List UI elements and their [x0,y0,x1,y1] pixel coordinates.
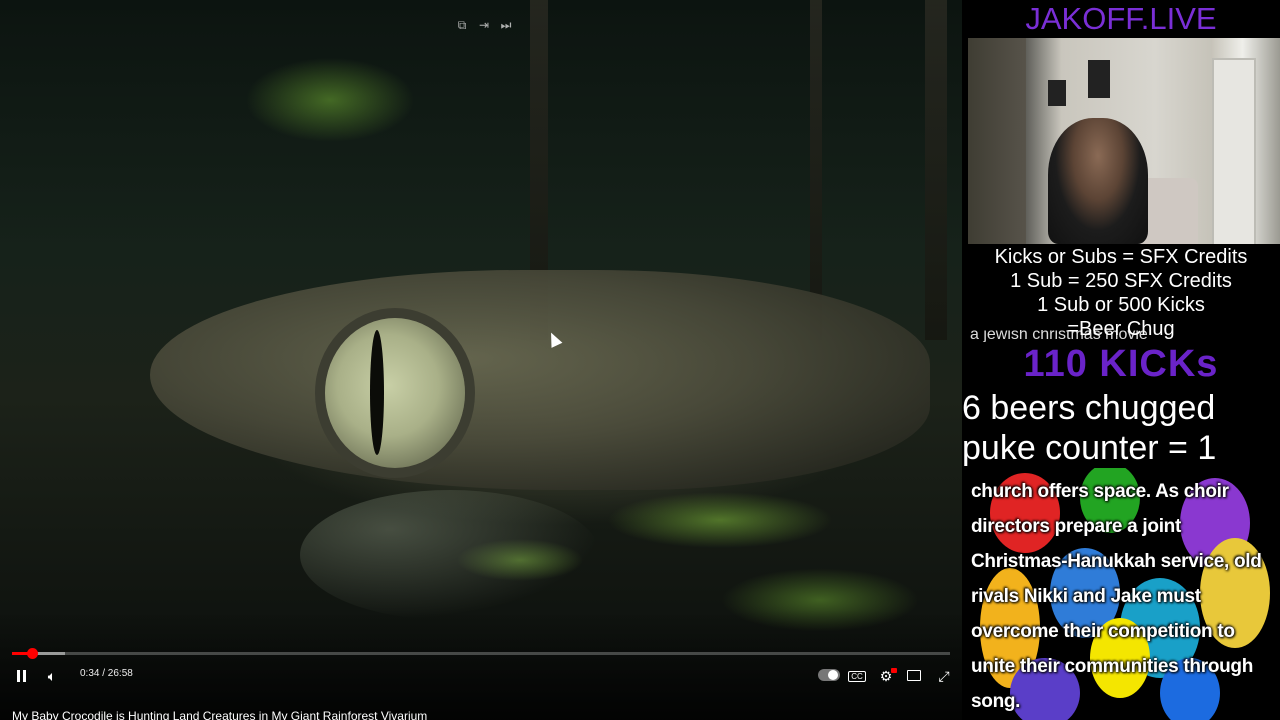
volume-button[interactable]: 🔈︎ [42,666,62,686]
fullscreen-button[interactable]: ⤢ [934,666,954,686]
beers-counter: 6 beers chugged [962,389,1216,427]
theater-mode-button[interactable] [904,666,924,686]
webcam-feed [968,38,1280,244]
credit-line: 1 Sub = 250 SFX Credits [1010,270,1232,292]
fullscreen-icon: ⤢ [938,668,950,684]
background-tree [810,0,822,340]
water-reflection [300,490,600,620]
miniplayer-icon[interactable]: ⧉ [455,18,469,32]
sfx-credit-rules: Kicks or Subs = SFX Credits 1 Sub = 250 … [962,245,1280,341]
stream-brand: JAKOFF.LIVE [1025,1,1217,36]
crocodile-pupil [370,330,384,455]
skip-icon[interactable]: ⏭ [499,18,513,32]
player-top-icons: ⧉ ⇥ ⏭ [455,18,513,32]
progress-bar[interactable] [12,648,950,659]
pause-button[interactable] [11,666,31,686]
video-player[interactable]: ⧉ ⇥ ⏭ 🔈︎ 0:34 / 26:58 CC ⚙ ⤢ My Baby Cro… [0,0,962,720]
controls-gradient [0,610,962,720]
kicks-counter: 110 KICKs [1023,343,1219,385]
volume-icon: 🔈︎ [47,668,57,684]
puke-counter: puke counter = 1 [962,429,1217,467]
clipped-scroll-text: a jewish christmas movie [970,330,1148,342]
crocodile-eye [325,318,465,468]
background-tree [925,0,947,340]
progress-scrubber-handle[interactable] [26,648,38,659]
video-title[interactable]: My Baby Crocodile is Hunting Land Creatu… [12,709,427,720]
subtitles-icon: CC [848,671,866,682]
webcam-door [1212,58,1256,244]
subtitles-button[interactable]: CC [847,666,867,686]
streamer [1048,118,1148,244]
share-icon[interactable]: ⇥ [477,18,491,32]
credit-line: 1 Sub or 500 Kicks [1037,294,1205,316]
pause-icon [11,666,31,686]
webcam-poster [1048,80,1066,106]
webcam-poster [1088,60,1110,98]
hd-badge [891,668,897,673]
time-display: 0:34 / 26:58 [80,668,133,679]
movie-description-caption: church offers space. As choir directors … [971,481,1262,712]
webcam-curtain [968,38,1026,244]
theater-icon [907,670,921,681]
crocodile-head [150,270,930,490]
autoplay-toggle[interactable] [818,669,840,681]
credit-line: Kicks or Subs = SFX Credits [994,246,1248,268]
